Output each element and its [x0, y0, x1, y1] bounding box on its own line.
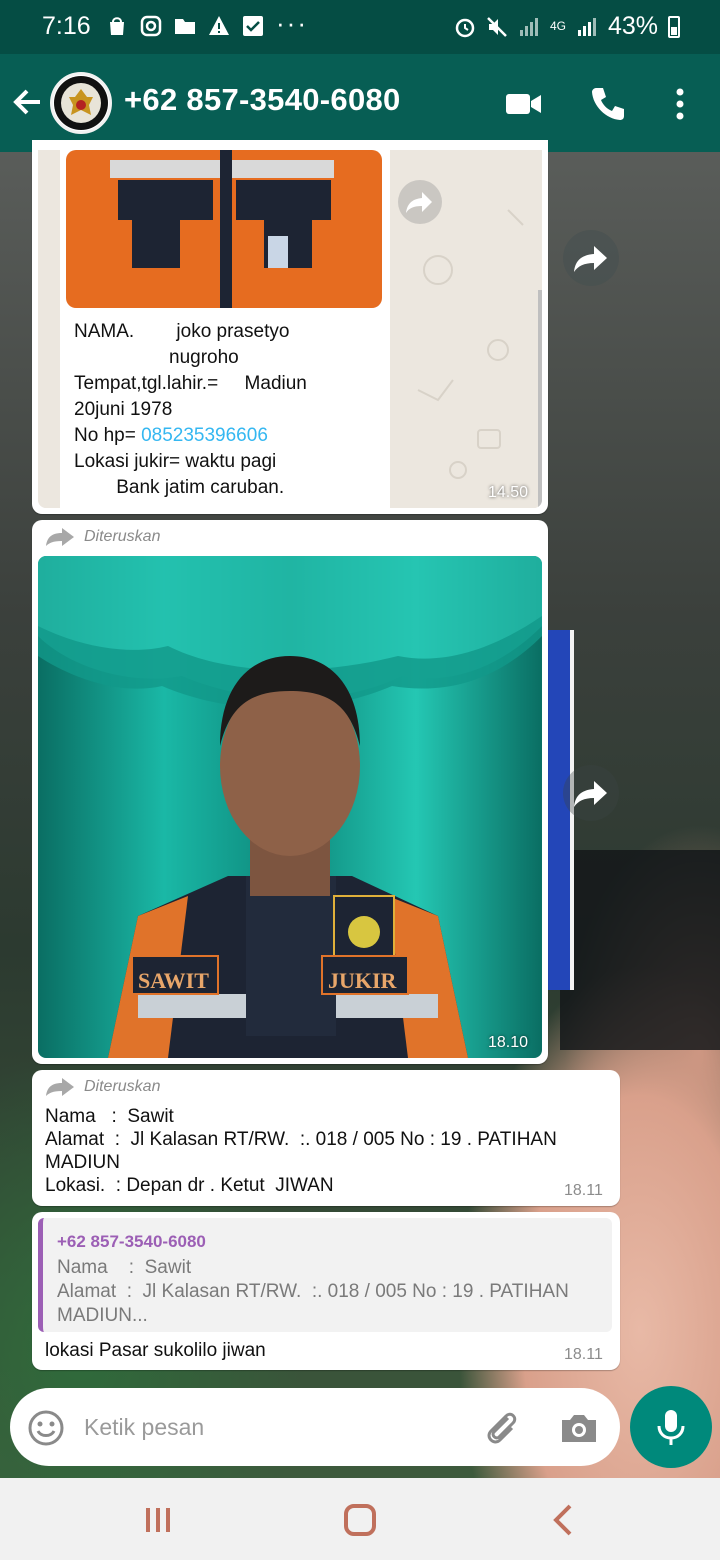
network-type: 4G — [549, 19, 566, 33]
caption-line-4: 20juni 1978 — [74, 399, 173, 420]
recent-apps-icon[interactable] — [138, 1500, 178, 1540]
quoted-line-1: Nama : Sawit — [57, 1257, 192, 1278]
message-line-1: Nama : Sawit — [45, 1106, 174, 1127]
caption-line-6: Lokasi jukir= waktu pagi — [74, 451, 277, 472]
notification-icons — [106, 15, 264, 37]
wallpaper-shadow — [560, 850, 720, 1050]
caption-line-5: No hp= 085235396606 — [74, 424, 268, 447]
chat-header: +62 857-3540-6080 — [0, 54, 720, 152]
forwarded-text: Diteruskan — [84, 528, 161, 545]
forward-icon — [406, 192, 432, 213]
forwarded-arrow-icon — [46, 528, 74, 546]
video-call-icon[interactable] — [504, 84, 544, 124]
quoted-message[interactable]: +62 857-3540-6080 Nama : Sawit Alamat : … — [38, 1218, 612, 1332]
contact-name[interactable]: +62 857-3540-6080 — [124, 82, 401, 118]
status-bar: 7:16 ··· 4G 43% — [0, 0, 720, 54]
more-notifications-indicator: ··· — [276, 8, 308, 38]
caption-line-2: nugroho — [74, 347, 239, 368]
message-bubble-image[interactable]: Diteruskan SAWIT JUKIR 18.10 — [32, 520, 548, 1064]
phone-icon[interactable] — [588, 84, 628, 124]
microphone-icon — [657, 1410, 685, 1445]
battery-percent: 43% — [607, 12, 658, 40]
back-arrow-icon[interactable] — [10, 84, 44, 120]
forwarded-label: Diteruskan — [46, 528, 160, 546]
mute-icon — [487, 16, 507, 37]
emoji-icon[interactable] — [26, 1408, 66, 1448]
message-line-3: MADIUN — [45, 1152, 120, 1173]
status-time: 7:16 — [42, 12, 91, 40]
message-time: 14.50 — [488, 484, 529, 501]
forward-icon — [574, 246, 607, 272]
checkbox-icon — [243, 16, 263, 36]
forwarded-label: Diteruskan — [46, 1078, 160, 1096]
forwarded-photo[interactable]: SAWIT JUKIR — [38, 556, 542, 1058]
message-time: 18.10 — [488, 1034, 529, 1051]
role-badge: JUKIR — [328, 968, 397, 993]
caption-line-1: NAMA. joko prasetyo — [74, 321, 290, 342]
folder-icon — [175, 19, 195, 34]
forwarded-arrow-icon — [46, 1078, 74, 1096]
signal-strength-icon — [577, 17, 596, 36]
camera-icon[interactable] — [558, 1408, 600, 1448]
more-vert-icon[interactable] — [660, 84, 700, 124]
phone-label: No hp= — [74, 425, 142, 446]
message-input[interactable]: Ketik pesan — [84, 1414, 204, 1441]
forward-icon — [574, 781, 607, 807]
message-time: 18.11 — [564, 1182, 603, 1199]
phone-link[interactable]: 085235396606 — [141, 425, 268, 446]
system-status: 4G 43% — [454, 12, 680, 41]
caption-line-7: Bank jatim caruban. — [74, 477, 285, 498]
contact-avatar[interactable] — [50, 72, 112, 134]
signal-icon — [519, 17, 538, 36]
quoted-line-2: Alamat : Jl Kalasan RT/RW. :. 018 / 005 … — [57, 1281, 569, 1302]
portrait-photo — [38, 556, 542, 1058]
voice-record-button[interactable] — [630, 1386, 712, 1468]
forwarded-text: Diteruskan — [84, 1078, 161, 1095]
quoted-line-3: MADIUN... — [57, 1305, 148, 1326]
warning-icon — [209, 16, 229, 35]
battery-icon — [668, 15, 680, 38]
inner-forward-button[interactable] — [398, 180, 442, 224]
compose-bar: Ketik pesan — [10, 1388, 620, 1466]
name-badge: SAWIT — [138, 968, 209, 993]
back-nav-icon[interactable] — [544, 1500, 584, 1540]
shopping-bag-icon — [110, 17, 124, 35]
caption-line-3: Tempat,tgl.lahir.= Madiun — [74, 373, 307, 394]
message-bubble-reply[interactable]: +62 857-3540-6080 Nama : Sawit Alamat : … — [32, 1212, 620, 1370]
reply-text: lokasi Pasar sukolilo jiwan — [45, 1340, 266, 1361]
message-line-4: Lokasi. : Depan dr . Ketut JIWAN — [45, 1175, 334, 1196]
message-time: 18.11 — [564, 1346, 603, 1363]
forwarded-photo[interactable]: NAMA. joko prasetyo nugroho Tempat,tgl.l… — [38, 150, 542, 508]
message-bubble-image-caption[interactable]: NAMA. joko prasetyo nugroho Tempat,tgl.l… — [32, 140, 548, 514]
system-nav-bar — [0, 1478, 720, 1560]
message-bubble-text[interactable]: Diteruskan Nama : Sawit Alamat : Jl Kala… — [32, 1070, 620, 1206]
message-line-2: Alamat : Jl Kalasan RT/RW. :. 018 / 005 … — [45, 1129, 557, 1150]
alarm-icon — [455, 18, 475, 37]
instagram-icon — [140, 15, 162, 37]
home-icon[interactable] — [340, 1500, 380, 1540]
attach-icon[interactable] — [482, 1408, 522, 1448]
quoted-sender: +62 857-3540-6080 — [57, 1232, 206, 1251]
emblem-logo — [54, 76, 108, 130]
forward-button[interactable] — [563, 230, 619, 286]
forward-button[interactable] — [563, 765, 619, 821]
